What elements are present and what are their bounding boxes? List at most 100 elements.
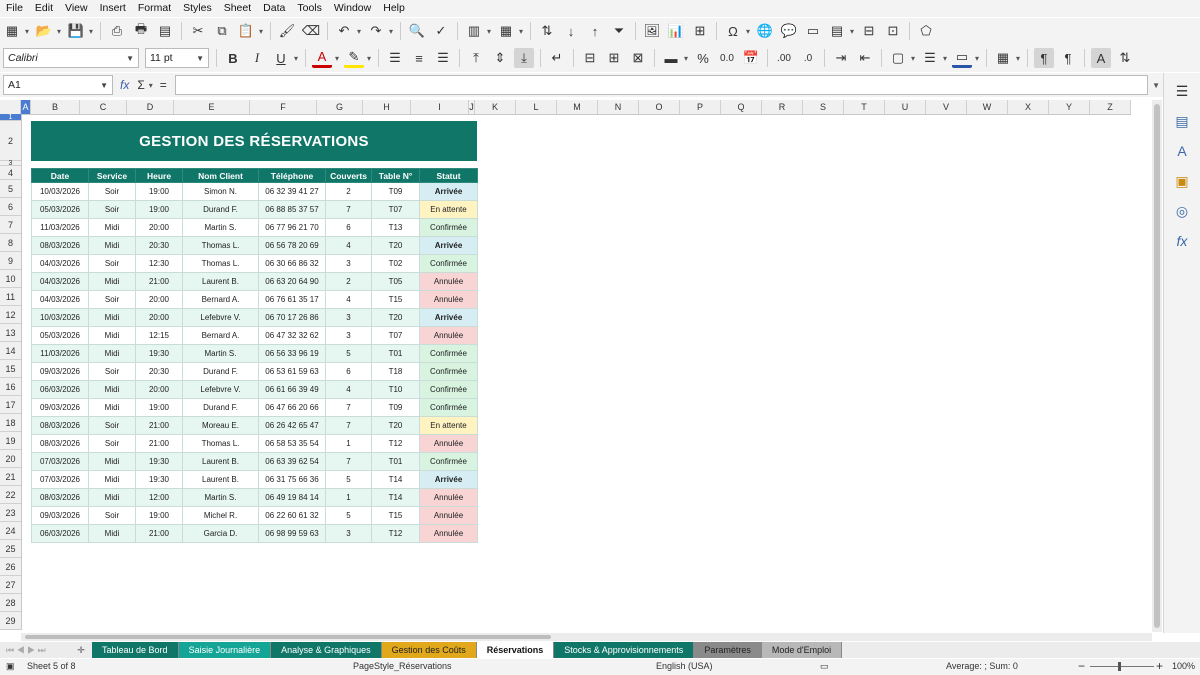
bold-button[interactable]: B: [223, 48, 243, 68]
properties-icon[interactable]: ▤: [1172, 111, 1192, 131]
table-cell[interactable]: 12:15: [135, 326, 183, 345]
status-cell[interactable]: Arrivée: [419, 308, 478, 327]
insert-image-icon[interactable]: 🖼: [642, 21, 662, 41]
sheet-title[interactable]: GESTION DES RÉSERVATIONS: [31, 121, 477, 161]
hyperlink-icon[interactable]: 🌐: [755, 21, 775, 41]
table-cell[interactable]: Midi: [88, 272, 136, 291]
table-cell[interactable]: 6: [325, 362, 372, 381]
chevron-down-icon[interactable]: ▾: [364, 48, 374, 68]
gallery-icon[interactable]: ▣: [1172, 171, 1192, 191]
table-cell[interactable]: 06 22 60 61 32: [258, 506, 326, 525]
column-header-d[interactable]: D: [127, 100, 174, 114]
table-cell[interactable]: T18: [371, 362, 420, 381]
menu-item-format[interactable]: Format: [132, 0, 177, 17]
table-cell[interactable]: 06 63 20 64 90: [258, 272, 326, 291]
row-header-16[interactable]: 16: [0, 378, 21, 396]
new-document-icon[interactable]: ▦: [2, 21, 22, 41]
table-cell[interactable]: 19:30: [135, 344, 183, 363]
chevron-down-icon[interactable]: ▾: [908, 48, 918, 68]
table-cell[interactable]: 06 32 39 41 27: [258, 182, 326, 201]
row-header-13[interactable]: 13: [0, 324, 21, 342]
column-header-v[interactable]: V: [926, 100, 967, 114]
row-header-26[interactable]: 26: [0, 558, 21, 576]
text-direction-ltr-icon[interactable]: ¶: [1034, 48, 1054, 68]
navigator-icon[interactable]: ◎: [1172, 201, 1192, 221]
italic-button[interactable]: I: [247, 48, 267, 68]
underline-button[interactable]: U: [271, 48, 291, 68]
table-cell[interactable]: Soir: [88, 434, 136, 453]
formula-input[interactable]: [174, 75, 1149, 95]
table-cell[interactable]: 5: [325, 470, 372, 489]
table-cell[interactable]: 19:00: [135, 506, 183, 525]
table-cell[interactable]: Soir: [88, 254, 136, 273]
zoom-slider[interactable]: [1090, 666, 1154, 667]
table-cell[interactable]: 20:00: [135, 218, 183, 237]
sort-icon[interactable]: ⇅: [537, 21, 557, 41]
function-wizard-icon[interactable]: fx: [120, 78, 129, 92]
table-cell[interactable]: Thomas L.: [182, 254, 259, 273]
open-folder-icon[interactable]: 📂: [34, 21, 54, 41]
table-cell[interactable]: T07: [371, 200, 420, 219]
table-cell[interactable]: 11/03/2026: [31, 344, 89, 363]
table-cell[interactable]: Thomas L.: [182, 236, 259, 255]
table-cell[interactable]: 06 56 78 20 69: [258, 236, 326, 255]
column-header-i[interactable]: I: [411, 100, 469, 114]
table-cell[interactable]: 19:00: [135, 182, 183, 201]
table-cell[interactable]: 19:00: [135, 200, 183, 219]
table-cell[interactable]: 08/03/2026: [31, 488, 89, 507]
row-header-18[interactable]: 18: [0, 414, 21, 432]
chevron-down-icon[interactable]: ▾: [1013, 48, 1023, 68]
spelling-icon[interactable]: ✓: [431, 21, 451, 41]
export-pdf-icon[interactable]: ⎙: [107, 21, 127, 41]
table-cell[interactable]: 20:00: [135, 380, 183, 399]
print-preview-icon[interactable]: ▤: [155, 21, 175, 41]
border-color-icon[interactable]: ▭: [952, 49, 972, 68]
sheet-tab[interactable]: Paramètres: [694, 642, 762, 658]
text-direction-rtl-icon[interactable]: ¶: [1058, 48, 1078, 68]
row-header-19[interactable]: 19: [0, 432, 21, 450]
date-format-icon[interactable]: 📅: [741, 48, 761, 68]
column-header-f[interactable]: F: [250, 100, 317, 114]
table-cell[interactable]: 06 53 61 59 63: [258, 362, 326, 381]
row-header-28[interactable]: 28: [0, 594, 21, 612]
table-cell[interactable]: 6: [325, 218, 372, 237]
table-cell[interactable]: Laurent B.: [182, 470, 259, 489]
table-cell[interactable]: 19:00: [135, 398, 183, 417]
menu-item-sheet[interactable]: Sheet: [218, 0, 257, 17]
row-header-9[interactable]: 9: [0, 252, 21, 270]
table-cell[interactable]: 3: [325, 308, 372, 327]
table-cell[interactable]: Martin S.: [182, 344, 259, 363]
column-header-o[interactable]: O: [639, 100, 680, 114]
table-cell[interactable]: 4: [325, 380, 372, 399]
table-cell[interactable]: 08/03/2026: [31, 416, 89, 435]
sidebar-menu-icon[interactable]: ☰: [1172, 81, 1192, 101]
column-header-r[interactable]: R: [762, 100, 803, 114]
highlight-color-icon[interactable]: ✎: [344, 49, 364, 68]
status-cell[interactable]: En attente: [419, 416, 478, 435]
expand-formula-icon[interactable]: ▼: [1152, 81, 1160, 90]
table-cell[interactable]: Bernard A.: [182, 290, 259, 309]
table-cell[interactable]: 05/03/2026: [31, 200, 89, 219]
table-cell[interactable]: 06 58 53 35 54: [258, 434, 326, 453]
number-format-button[interactable]: 0.0: [717, 48, 737, 68]
column-title[interactable]: Heure: [135, 168, 183, 183]
status-cell[interactable]: Arrivée: [419, 470, 478, 489]
draw-functions-icon[interactable]: ⬠: [916, 21, 936, 41]
column-header-g[interactable]: G: [317, 100, 363, 114]
table-cell[interactable]: 1: [325, 488, 372, 507]
table-cell[interactable]: Soir: [88, 506, 136, 525]
pivot-table-icon[interactable]: ⊞: [690, 21, 710, 41]
status-cell[interactable]: Confirmée: [419, 254, 478, 273]
column-title[interactable]: Nom Client: [182, 168, 259, 183]
table-cell[interactable]: 3: [325, 254, 372, 273]
row-header-11[interactable]: 11: [0, 288, 21, 306]
status-cell[interactable]: Confirmée: [419, 344, 478, 363]
table-cell[interactable]: T02: [371, 254, 420, 273]
status-cell[interactable]: Confirmée: [419, 380, 478, 399]
table-cell[interactable]: 10/03/2026: [31, 182, 89, 201]
table-cell[interactable]: 06 63 39 62 54: [258, 452, 326, 471]
table-cell[interactable]: 7: [325, 200, 372, 219]
chevron-down-icon[interactable]: ▾: [940, 48, 950, 68]
chevron-down-icon[interactable]: ▾: [484, 21, 494, 41]
column-title[interactable]: Date: [31, 168, 89, 183]
